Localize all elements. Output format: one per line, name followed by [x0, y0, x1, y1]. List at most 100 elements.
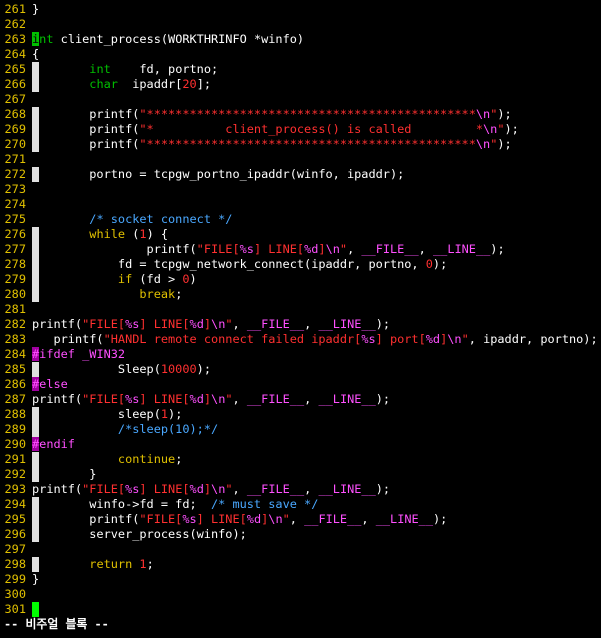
code-line[interactable]: 280 break; [0, 287, 601, 302]
code-line[interactable]: 295 printf("FILE[%s] LINE[%d]\n", __FILE… [0, 512, 601, 527]
code-text: } [32, 572, 40, 586]
code-line[interactable]: 277 printf("FILE[%s] LINE[%d]\n", __FILE… [0, 242, 601, 257]
mode-status: -- 비주얼 블록 -- [4, 617, 109, 631]
code-text: printf("FILE[%s] LINE[%d]\n", __FILE__, … [32, 317, 391, 331]
code-line[interactable]: 286 #else [0, 377, 601, 392]
code-line[interactable]: 272 portno = tcpgw_portno_ipaddr(winfo, … [0, 167, 601, 182]
code-line[interactable]: 299} [0, 572, 601, 587]
text-cursor [32, 602, 39, 617]
code-text: if (fd > 0) [117, 272, 197, 286]
code-text: int client_process(WORKTHRINFO *winfo) [32, 32, 305, 46]
code-editor[interactable]: 261} 262 263 int client_process(WORKTHRINFO… [0, 0, 601, 638]
code-line[interactable]: 283 printf("HANDL remote connect failed … [0, 332, 601, 347]
code-line[interactable]: 294 winfo->fd = fd; /* must save */ [0, 497, 601, 512]
line-number: 279 [4, 272, 26, 286]
code-line[interactable]: 284 #ifdef _WIN32 [0, 347, 601, 362]
code-line[interactable]: 262 [0, 17, 601, 32]
line-number: 265 [4, 62, 26, 76]
code-line[interactable]: 290 #endif [0, 437, 601, 452]
code-line[interactable]: 281 [0, 302, 601, 317]
code-line[interactable]: 297 [0, 542, 601, 557]
code-text: printf("* client_process() is called *\n… [32, 122, 519, 136]
code-text: sleep(1); [32, 407, 183, 421]
code-text: continue; [117, 452, 183, 466]
code-text: int fd, portno; [89, 62, 219, 76]
line-number: 276 [4, 227, 26, 241]
line-number: 285 [4, 362, 26, 376]
code-line[interactable]: 275 /* socket connect */ [0, 212, 601, 227]
line-number: 281 [4, 302, 26, 316]
code-line[interactable]: 287 printf("FILE[%s] LINE[%d]\n", __FILE_… [0, 392, 601, 407]
line-number: 287 [4, 392, 26, 406]
code-text: portno = tcpgw_portno_ipaddr(winfo, ipad… [32, 167, 405, 181]
code-line[interactable]: 301 [0, 602, 601, 617]
code-line[interactable]: 273 [0, 182, 601, 197]
line-number: 299 [4, 572, 26, 586]
code-line[interactable]: 264 { [0, 47, 601, 62]
line-number: 291 [4, 452, 26, 466]
line-number: 288 [4, 407, 26, 421]
code-line[interactable]: 293 printf("FILE[%s] LINE[%d]\n", __FILE_… [0, 482, 601, 497]
line-number: 278 [4, 257, 26, 271]
code-text: printf("HANDL remote connect failed ipad… [32, 332, 598, 346]
line-number: 289 [4, 422, 26, 436]
code-line[interactable]: 269 printf("* client_process() is called… [0, 122, 601, 137]
line-number: 261 [4, 2, 26, 16]
code-line[interactable]: 279 if (fd > 0) [0, 272, 601, 287]
code-text: #endif [32, 437, 75, 451]
code-line[interactable]: 261} [0, 2, 601, 17]
code-line[interactable]: 263 int client_process(WORKTHRINFO *winfo… [0, 32, 601, 47]
code-line[interactable]: 265 int fd, portno; [0, 62, 601, 77]
code-line[interactable]: 298 return 1; [0, 557, 601, 572]
line-number: 263 [4, 32, 26, 46]
line-number: 300 [4, 587, 26, 601]
code-text: /* socket connect */ [89, 212, 233, 226]
line-number: 295 [4, 512, 26, 526]
line-number: 292 [4, 467, 26, 481]
code-text: while (1) { [89, 227, 169, 241]
line-number: 290 [4, 437, 26, 451]
code-line[interactable]: 266 char ipaddr[20]; [0, 77, 601, 92]
code-text: server_process(winfo); [32, 527, 247, 541]
line-number: 262 [4, 17, 26, 31]
code-text: printf("FILE[%s] LINE[%d]\n", __FILE__, … [32, 242, 505, 256]
code-line[interactable]: 292 } [0, 467, 601, 482]
line-number: 277 [4, 242, 26, 256]
line-number: 297 [4, 542, 26, 556]
line-number: 284 [4, 347, 26, 361]
line-number: 275 [4, 212, 26, 226]
line-number: 268 [4, 107, 26, 121]
code-line[interactable]: 285 Sleep(10000); [0, 362, 601, 377]
code-line[interactable]: 276 while (1) { [0, 227, 601, 242]
line-number: 296 [4, 527, 26, 541]
code-text: printf("FILE[%s] LINE[%d]\n", __FILE__, … [32, 392, 391, 406]
code-text: #ifdef _WIN32 [32, 347, 126, 361]
line-number: 282 [4, 317, 26, 331]
line-number: 264 [4, 47, 26, 61]
code-text: char ipaddr[20]; [89, 77, 212, 91]
code-text: printf("********************************… [32, 107, 512, 121]
line-number: 283 [4, 332, 26, 346]
code-line[interactable]: 300 [0, 587, 601, 602]
code-text [32, 602, 39, 617]
code-text: return 1; [89, 557, 154, 571]
line-number: 293 [4, 482, 26, 496]
line-number: 274 [4, 197, 26, 211]
code-line[interactable]: 289 /*sleep(10);*/ [0, 422, 601, 437]
line-number: 294 [4, 497, 26, 511]
code-line[interactable]: 267 [0, 92, 601, 107]
code-line[interactable]: 274 [0, 197, 601, 212]
code-line[interactable]: 288 sleep(1); [0, 407, 601, 422]
code-line[interactable]: 271 [0, 152, 601, 167]
code-text: winfo->fd = fd; /* must save */ [32, 497, 319, 511]
code-line[interactable]: 268 printf("****************************… [0, 107, 601, 122]
code-text: { [32, 47, 40, 61]
code-line[interactable]: 270 printf("****************************… [0, 137, 601, 152]
code-line[interactable]: 278 fd = tcpgw_network_connect(ipaddr, p… [0, 257, 601, 272]
code-text: fd = tcpgw_network_connect(ipaddr, portn… [32, 257, 448, 271]
code-line[interactable]: 291 continue; [0, 452, 601, 467]
code-line[interactable]: 282 printf("FILE[%s] LINE[%d]\n", __FILE_… [0, 317, 601, 332]
line-number: 271 [4, 152, 26, 166]
code-line[interactable]: 296 server_process(winfo); [0, 527, 601, 542]
line-number: 273 [4, 182, 26, 196]
